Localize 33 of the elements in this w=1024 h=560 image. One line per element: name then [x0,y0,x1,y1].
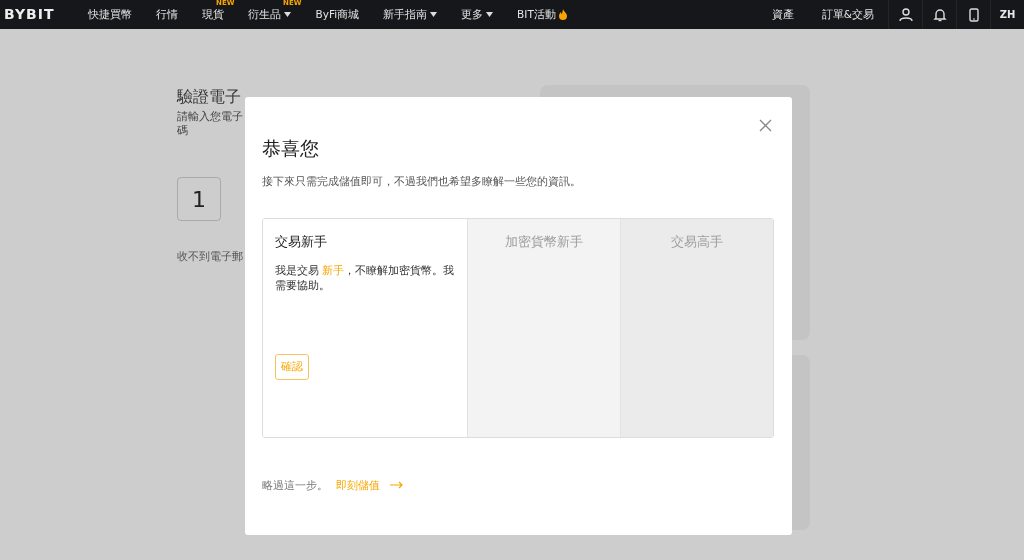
page-subtitle: 請輸入您電子 [177,109,244,123]
option-title: 交易新手 [275,232,327,251]
nav-link[interactable]: BIT活動 [505,8,579,21]
dialog-subtitle: 接下來只需完成儲值即可，不過我們也希望多瞭解一些您的資訊。 [262,173,582,189]
flame-icon [558,9,567,20]
resend-text: 收不到電子郵 [177,249,244,264]
caret-icon [284,12,292,17]
language-label[interactable]: ZH [999,7,1016,22]
nav-link[interactable]: 衍生品 [236,8,304,21]
skip-text: 略過這一步。 [262,477,328,493]
phone-icon[interactable] [966,7,981,22]
code-digit-field[interactable]: 1 [177,177,221,221]
nav-link[interactable]: 資產 [757,8,808,21]
logo[interactable]: BYBIT [0,4,77,25]
close-icon[interactable] [759,118,772,132]
user-icon[interactable] [898,7,913,22]
bell-icon[interactable] [932,7,947,22]
nav-link[interactable]: 現貨 [190,8,237,21]
nav-link[interactable]: 新手指南 [371,8,450,21]
caret-icon [486,12,494,17]
arrow-right-icon [390,481,403,490]
page-title: 驗證電子 [177,86,242,108]
nav-link[interactable]: ByFi商城 [303,8,372,21]
nav-link[interactable]: 更多 [449,8,506,21]
dialog-title: 恭喜您 [262,137,320,160]
nav-link[interactable]: 快捷買幣 [76,8,145,21]
page-subtitle: 碼 [177,123,189,137]
caret-icon [430,12,438,17]
nav-link[interactable]: 行情 [144,8,191,21]
option-title: 加密貨幣新手 [504,232,584,251]
option-title: 交易高手 [670,232,724,251]
nav-link[interactable]: 訂單&交易 [807,8,888,21]
option-description: 我是交易 新手，不瞭解加密貨幣。我需要協助。 [275,263,455,294]
